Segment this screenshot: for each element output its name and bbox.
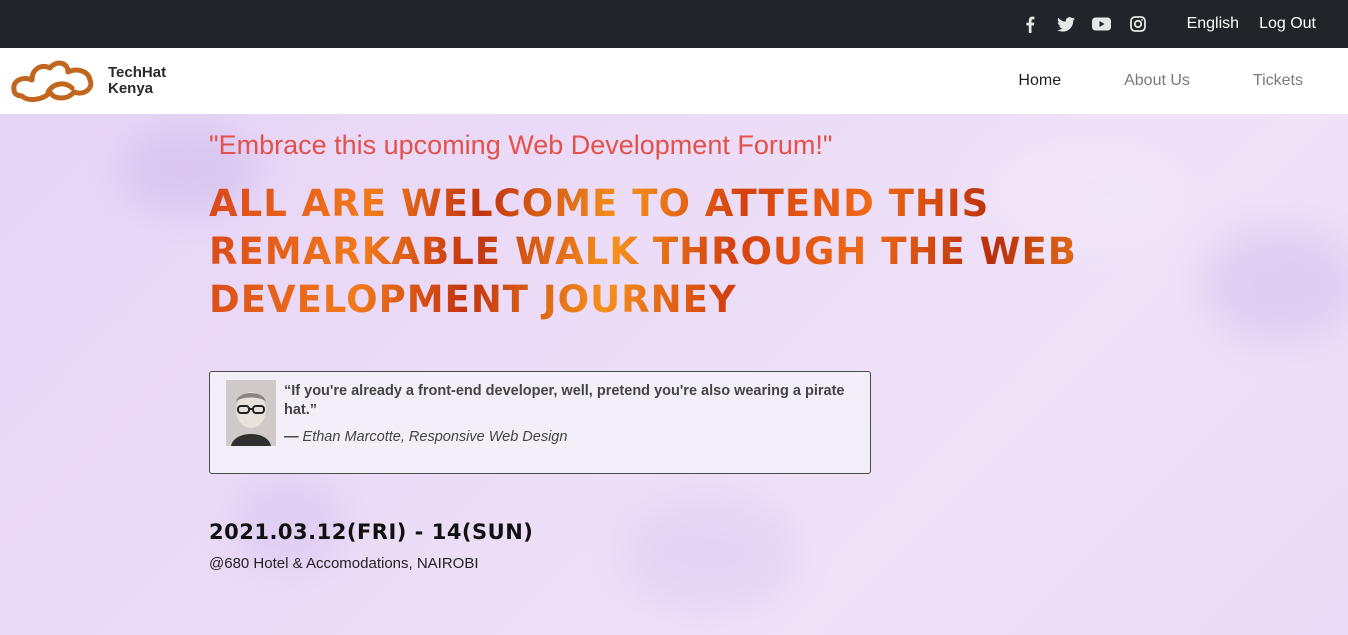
background-blur [620,494,800,614]
quote-dash: — [284,429,299,445]
social-links [1019,13,1149,35]
youtube-icon[interactable] [1091,13,1113,35]
top-bar: English Log Out [0,0,1348,48]
hat-logo-icon [11,60,94,102]
instagram-icon[interactable] [1127,13,1149,35]
main-navbar: TechHat Kenya Home About Us Tickets [0,48,1348,114]
brand-logo-link[interactable]: TechHat Kenya [10,58,166,104]
event-venue: @680 Hotel & Accomodations, NAIROBI [209,555,479,572]
facebook-icon[interactable] [1019,13,1041,35]
nav-about-us[interactable]: About Us [1124,72,1190,90]
background-blur [1200,224,1348,344]
quote-text: “If you're already a front-end developer… [284,383,845,418]
hero-headline: All are welcome to attend this remarkabl… [209,180,1109,324]
logout-link[interactable]: Log Out [1259,15,1316,33]
quote-card: “If you're already a front-end developer… [209,371,871,474]
language-link[interactable]: English [1187,15,1239,33]
quote-author: Ethan Marcotte, Responsive Web Design [302,429,568,445]
author-avatar [226,380,276,446]
quote-attribution: — Ethan Marcotte, Responsive Web Design [284,429,854,445]
nav-links: Home About Us Tickets [955,72,1303,90]
nav-home[interactable]: Home [1018,72,1061,90]
quote-body: “If you're already a front-end developer… [284,380,854,465]
hero-section: "Embrace this upcoming Web Development F… [0,114,1348,635]
brand-name: TechHat Kenya [108,65,166,97]
twitter-icon[interactable] [1055,13,1077,35]
event-date: 2021.03.12(FRI) - 14(SUN) [209,520,534,544]
hero-subtitle: "Embrace this upcoming Web Development F… [209,130,833,160]
brand-line-2: Kenya [108,80,154,97]
nav-tickets[interactable]: Tickets [1253,72,1303,90]
brand-line-1: TechHat [108,64,167,81]
